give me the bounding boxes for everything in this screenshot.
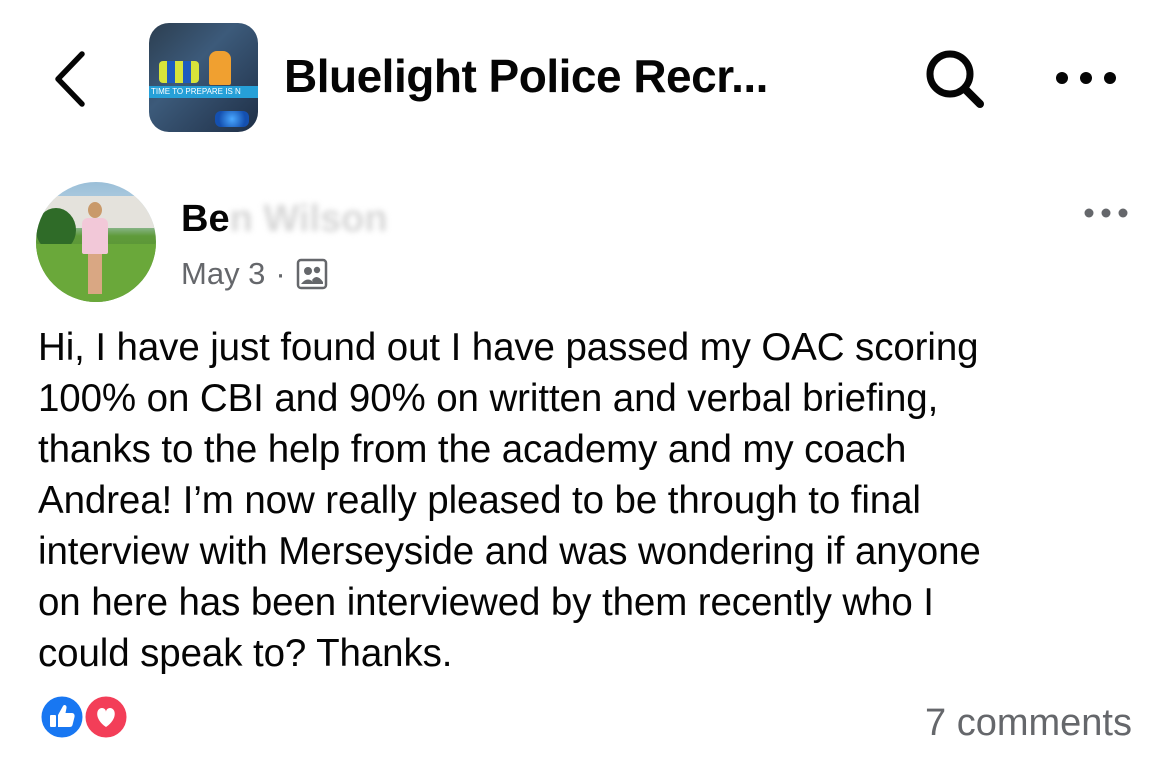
meta-separator: ·: [275, 256, 286, 291]
top-bar: TIME TO PREPARE IS N Bluelight Police Re…: [0, 0, 1170, 150]
group-post-screen: TIME TO PREPARE IS N Bluelight Police Re…: [0, 0, 1170, 782]
police-car-graphic: [159, 61, 199, 83]
more-horizontal-icon: [1056, 72, 1116, 84]
avatar-person-legs: [88, 254, 102, 294]
like-reaction-icon: [38, 693, 86, 741]
group-thumbnail[interactable]: TIME TO PREPARE IS N: [149, 23, 258, 132]
author-avatar[interactable]: [36, 182, 156, 302]
reactions-summary[interactable]: [36, 693, 136, 741]
love-reaction-icon: [82, 693, 130, 741]
group-title[interactable]: Bluelight Police Recr...: [284, 48, 768, 104]
chevron-left-icon: [55, 51, 85, 107]
avatar-person-head: [88, 202, 102, 218]
back-button[interactable]: [44, 44, 104, 114]
comments-count-link[interactable]: 7 comments: [925, 700, 1132, 746]
blue-light-graphic: [215, 111, 249, 127]
post-meta: May 3 ·: [181, 254, 328, 294]
officer-graphic: [209, 51, 231, 85]
post-date[interactable]: May 3: [181, 256, 265, 292]
group-members-icon: [296, 258, 327, 290]
thumbnail-banner-text: TIME TO PREPARE IS N: [149, 86, 258, 98]
reaction-icons: [38, 693, 130, 741]
author-name-obscured: n Wilson: [229, 198, 388, 240]
post-body-text: Hi, I have just found out I have passed …: [38, 326, 981, 675]
header-more-button[interactable]: [1050, 58, 1122, 98]
more-horizontal-icon: [1084, 208, 1128, 218]
author-name-visible: Be: [181, 198, 230, 240]
author-name[interactable]: Ben Wilson: [181, 196, 388, 242]
post-more-button[interactable]: [1080, 198, 1132, 228]
search-button[interactable]: [920, 46, 990, 112]
avatar-person-body: [82, 218, 108, 254]
search-icon: [926, 50, 984, 108]
